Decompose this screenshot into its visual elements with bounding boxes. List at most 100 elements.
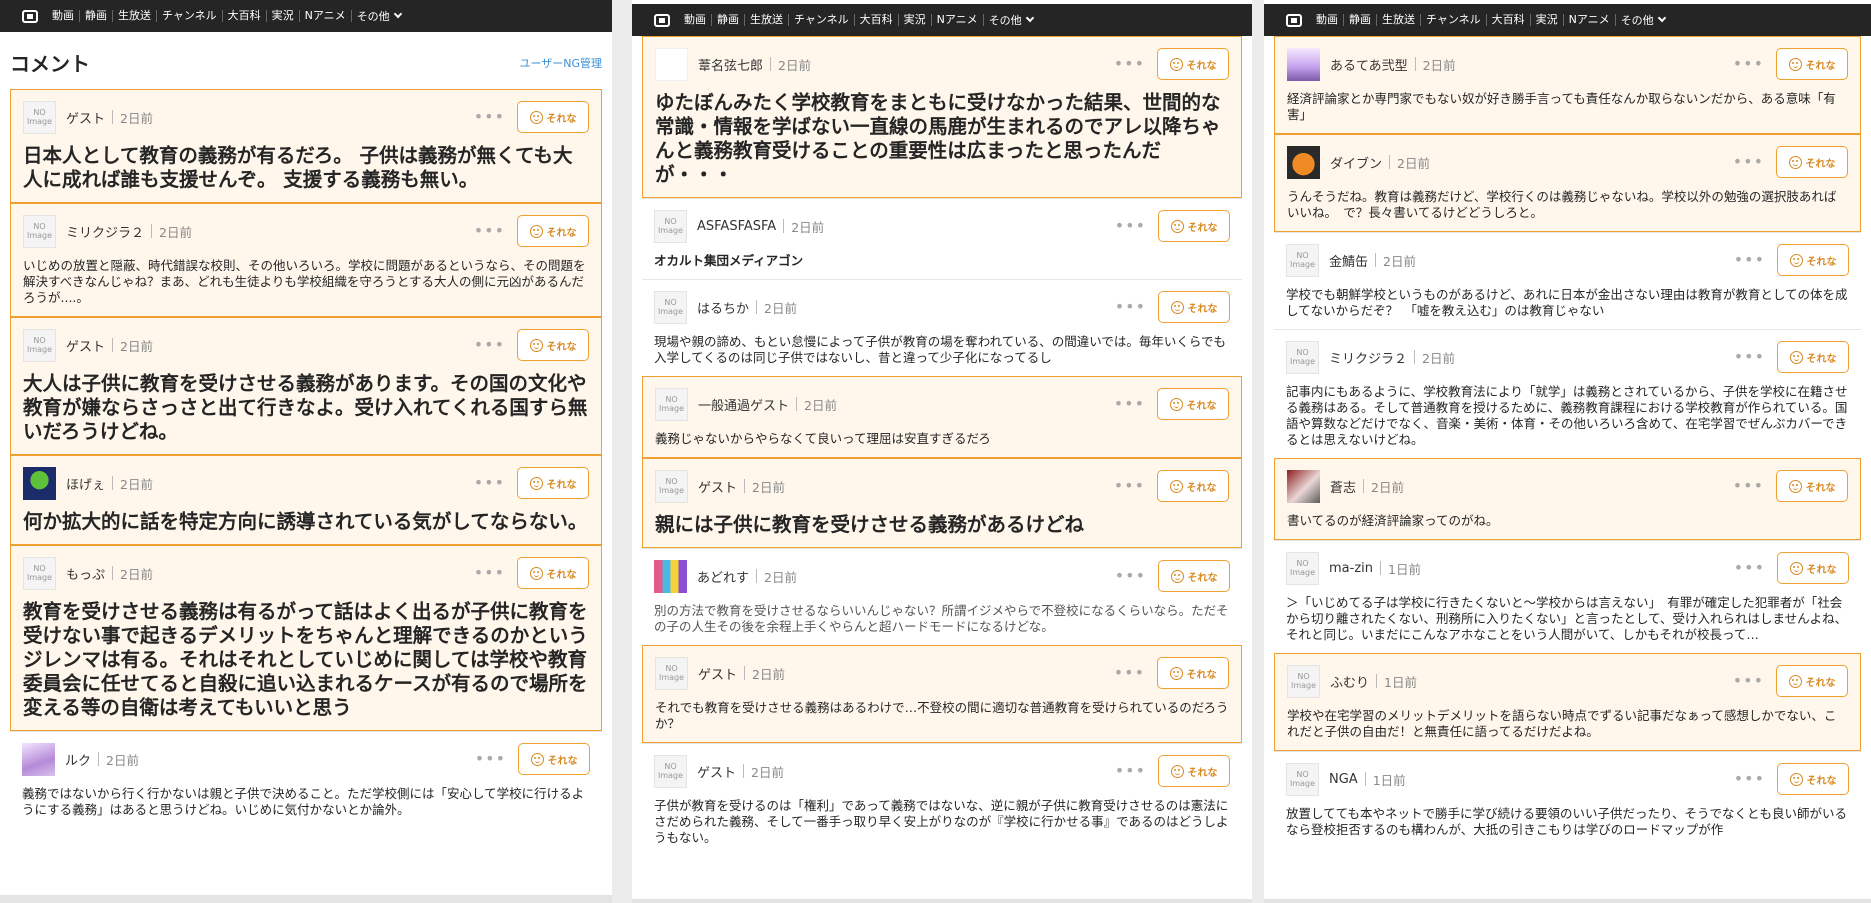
sorena-reaction-button[interactable]: それな (1157, 657, 1229, 689)
more-options-icon[interactable]: ••• (1734, 771, 1765, 787)
username[interactable]: ルク (65, 750, 91, 769)
username[interactable]: ミリクジラ２ (66, 222, 144, 241)
nav-item[interactable]: 動画 (679, 14, 712, 26)
more-options-icon[interactable]: ••• (474, 565, 505, 581)
sorena-reaction-button[interactable]: それな (1777, 552, 1849, 584)
more-options-icon[interactable]: ••• (1733, 478, 1764, 494)
username[interactable]: 金鯖缶 (1329, 251, 1368, 270)
username[interactable]: ma-zin (1329, 561, 1373, 576)
nav-item[interactable]: 実況 (899, 14, 932, 26)
nav-more[interactable]: その他 (984, 12, 1038, 28)
nav-item[interactable]: 実況 (267, 10, 300, 22)
nav-item[interactable]: 生放送 (1377, 14, 1421, 26)
more-options-icon[interactable]: ••• (1733, 673, 1764, 689)
more-options-icon[interactable]: ••• (1114, 396, 1145, 412)
more-options-icon[interactable]: ••• (475, 751, 506, 767)
nav-item[interactable]: Nアニメ (932, 14, 984, 26)
horizontal-scrollbar[interactable] (632, 899, 1252, 903)
nav-item[interactable]: 大百科 (223, 10, 267, 22)
comment-header: あどれす 2日前 ••• それな (654, 559, 1230, 593)
more-options-icon[interactable]: ••• (1734, 560, 1765, 576)
sorena-reaction-button[interactable]: それな (1158, 755, 1230, 787)
sorena-reaction-button[interactable]: それな (1157, 470, 1229, 502)
more-options-icon[interactable]: ••• (1115, 763, 1146, 779)
more-options-icon[interactable]: ••• (474, 475, 505, 491)
sorena-reaction-button[interactable]: それな (1157, 48, 1229, 80)
more-options-icon[interactable]: ••• (474, 109, 505, 125)
sorena-reaction-button[interactable]: それな (1157, 388, 1229, 420)
more-options-icon[interactable]: ••• (1733, 154, 1764, 170)
sorena-reaction-button[interactable]: それな (1776, 48, 1848, 80)
username[interactable]: ゲスト (66, 336, 105, 355)
more-options-icon[interactable]: ••• (1115, 568, 1146, 584)
more-options-icon[interactable]: ••• (1734, 349, 1765, 365)
more-options-icon[interactable]: ••• (474, 337, 505, 353)
horizontal-scrollbar[interactable] (1264, 899, 1871, 903)
username[interactable]: あどれす (697, 567, 749, 586)
smile-icon (1788, 155, 1802, 169)
nav-item[interactable]: Nアニメ (1564, 14, 1616, 26)
sorena-reaction-button[interactable]: それな (517, 557, 589, 589)
sorena-reaction-button[interactable]: それな (1158, 560, 1230, 592)
sorena-reaction-button[interactable]: それな (1776, 470, 1848, 502)
sorena-reaction-button[interactable]: それな (517, 329, 589, 361)
username[interactable]: ゲスト (697, 762, 736, 781)
username[interactable]: ミリクジラ２ (1329, 348, 1407, 367)
nav-item[interactable]: チャンネル (789, 14, 855, 26)
sorena-reaction-button[interactable]: それな (1776, 146, 1848, 178)
more-options-icon[interactable]: ••• (1115, 299, 1146, 315)
username[interactable]: 蒼志 (1330, 477, 1356, 496)
sorena-reaction-button[interactable]: それな (1777, 341, 1849, 373)
nav-item[interactable]: 動画 (47, 10, 80, 22)
user-ng-link[interactable]: ユーザーNG管理 (519, 55, 602, 71)
sorena-reaction-button[interactable]: それな (1158, 291, 1230, 323)
nav-item[interactable]: 大百科 (1487, 14, 1531, 26)
more-options-icon[interactable]: ••• (1114, 665, 1145, 681)
nav-item[interactable]: 生放送 (113, 10, 157, 22)
username[interactable]: あるてあ弐型 (1330, 55, 1408, 74)
nav-item[interactable]: 動画 (1311, 14, 1344, 26)
niconico-tv-icon[interactable] (22, 9, 38, 23)
more-options-icon[interactable]: ••• (1114, 478, 1145, 494)
sorena-reaction-button[interactable]: それな (1777, 244, 1849, 276)
username[interactable]: ダイブン (1330, 153, 1382, 172)
username[interactable]: ゲスト (698, 477, 737, 496)
username[interactable]: ゲスト (698, 664, 737, 683)
nav-more[interactable]: その他 (352, 8, 406, 24)
nav-item[interactable]: 大百科 (855, 14, 899, 26)
username[interactable]: ASFASFASFA (697, 219, 776, 234)
nav-item[interactable]: 静画 (712, 14, 745, 26)
nav-item[interactable]: Nアニメ (300, 10, 352, 22)
niconico-tv-icon[interactable] (1286, 13, 1302, 27)
nav-item[interactable]: 静画 (80, 10, 113, 22)
username[interactable]: ふむり (1330, 672, 1369, 691)
nav-item[interactable]: チャンネル (157, 10, 223, 22)
username[interactable]: NGA (1329, 772, 1358, 787)
username[interactable]: 一般通過ゲスト (698, 395, 789, 414)
more-options-icon[interactable]: ••• (1734, 252, 1765, 268)
nav-item[interactable]: 静画 (1344, 14, 1377, 26)
username[interactable]: はるちか (697, 298, 749, 317)
more-options-icon[interactable]: ••• (1114, 56, 1145, 72)
sorena-reaction-button[interactable]: それな (518, 743, 590, 775)
sorena-reaction-button[interactable]: それな (517, 101, 589, 133)
nav-item[interactable]: 実況 (1531, 14, 1564, 26)
sorena-reaction-button[interactable]: それな (517, 215, 589, 247)
reaction-label: それな (546, 341, 577, 353)
username[interactable]: ほげぇ (66, 474, 105, 493)
sorena-reaction-button[interactable]: それな (1777, 763, 1849, 795)
username[interactable]: もっぷ (66, 564, 105, 583)
more-options-icon[interactable]: ••• (474, 223, 505, 239)
niconico-tv-icon[interactable] (654, 13, 670, 27)
nav-item[interactable]: チャンネル (1421, 14, 1487, 26)
nav-item[interactable]: 生放送 (745, 14, 789, 26)
username[interactable]: ゲスト (66, 108, 105, 127)
sorena-reaction-button[interactable]: それな (1776, 665, 1848, 697)
sorena-reaction-button[interactable]: それな (517, 467, 589, 499)
horizontal-scrollbar[interactable] (0, 895, 612, 903)
username[interactable]: 葦名弦七郎 (698, 55, 763, 74)
more-options-icon[interactable]: ••• (1115, 218, 1146, 234)
sorena-reaction-button[interactable]: それな (1158, 210, 1230, 242)
nav-more[interactable]: その他 (1616, 12, 1670, 28)
more-options-icon[interactable]: ••• (1733, 56, 1764, 72)
